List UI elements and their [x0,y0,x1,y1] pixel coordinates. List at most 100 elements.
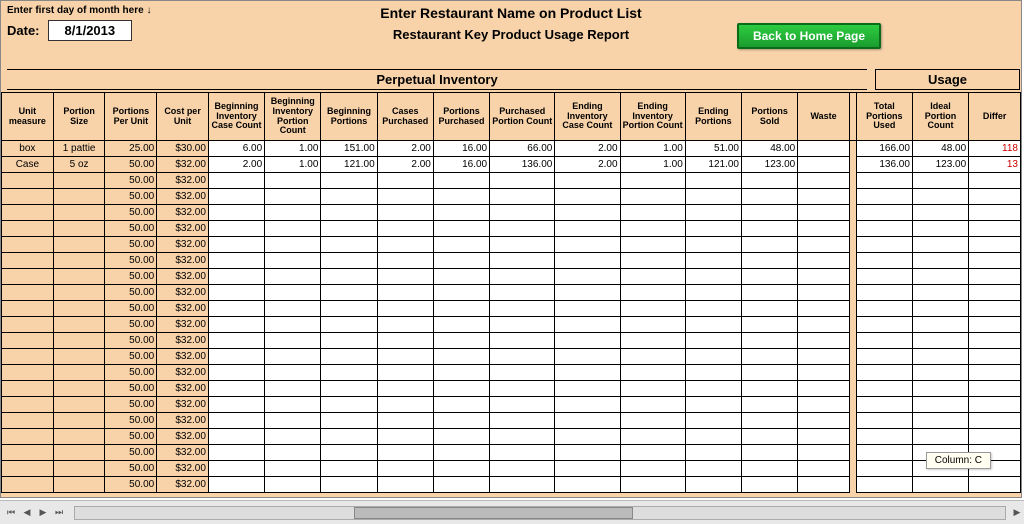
table-cell[interactable] [490,461,555,477]
table-cell[interactable]: $32.00 [157,381,209,397]
table-cell[interactable] [969,189,1021,205]
table-cell[interactable]: 50.00 [105,237,157,253]
table-cell[interactable] [555,301,620,317]
table-cell[interactable] [856,413,912,429]
scroll-right-icon[interactable]: ▶ [1010,506,1024,520]
table-cell[interactable] [685,397,741,413]
table-cell[interactable] [433,349,489,365]
table-cell[interactable] [490,189,555,205]
table-cell[interactable] [856,285,912,301]
table-cell[interactable] [856,173,912,189]
horizontal-scrollbar[interactable] [74,506,1006,520]
table-cell[interactable] [433,365,489,381]
table-cell[interactable] [969,349,1021,365]
table-cell[interactable] [377,237,433,253]
table-cell[interactable] [620,333,685,349]
inventory-table[interactable]: Unit measurePortion SizePortions Per Uni… [1,92,1021,493]
table-cell[interactable] [742,173,798,189]
table-cell[interactable] [555,253,620,269]
table-cell[interactable] [2,301,54,317]
table-cell[interactable]: 50.00 [105,253,157,269]
column-header[interactable]: Beginning Portions [321,93,377,141]
table-cell[interactable] [53,461,105,477]
table-cell[interactable] [685,237,741,253]
table-cell[interactable] [321,205,377,221]
table-cell[interactable] [433,413,489,429]
table-cell[interactable] [620,381,685,397]
table-cell[interactable] [321,333,377,349]
table-cell[interactable] [912,301,968,317]
table-cell[interactable] [685,365,741,381]
table-cell[interactable] [742,237,798,253]
table-cell[interactable] [685,445,741,461]
table-cell[interactable] [798,157,850,173]
table-cell[interactable] [433,445,489,461]
table-cell[interactable] [265,253,321,269]
table-cell[interactable] [490,221,555,237]
column-header[interactable]: Differ [969,93,1021,141]
table-cell[interactable] [969,317,1021,333]
table-cell[interactable] [742,205,798,221]
table-cell[interactable] [208,477,264,493]
table-cell[interactable] [555,429,620,445]
table-cell[interactable] [969,413,1021,429]
table-cell[interactable] [856,429,912,445]
table-cell[interactable] [265,205,321,221]
table-cell[interactable] [685,317,741,333]
table-cell[interactable] [798,205,850,221]
table-cell[interactable] [856,253,912,269]
table-cell[interactable]: 50.00 [105,189,157,205]
table-cell[interactable] [321,269,377,285]
table-cell[interactable] [377,221,433,237]
table-cell[interactable] [742,253,798,269]
table-cell[interactable]: 1.00 [265,157,321,173]
table-cell[interactable] [685,381,741,397]
table-cell[interactable] [2,205,54,221]
table-cell[interactable] [490,333,555,349]
table-cell[interactable] [798,253,850,269]
table-cell[interactable] [620,189,685,205]
last-sheet-icon[interactable]: ⏭ [52,506,66,520]
table-cell[interactable] [490,445,555,461]
table-cell[interactable]: 50.00 [105,333,157,349]
column-header[interactable]: Ending Portions [685,93,741,141]
table-cell[interactable] [490,237,555,253]
table-cell[interactable] [377,413,433,429]
table-cell[interactable] [377,381,433,397]
table-cell[interactable] [265,189,321,205]
table-cell[interactable] [377,301,433,317]
table-cell[interactable] [490,349,555,365]
table-cell[interactable]: 48.00 [912,141,968,157]
table-cell[interactable] [2,461,54,477]
table-cell[interactable] [208,381,264,397]
table-cell[interactable] [685,253,741,269]
table-cell[interactable] [208,189,264,205]
column-header[interactable]: Ending Inventory Case Count [555,93,620,141]
table-cell[interactable] [798,141,850,157]
table-cell[interactable] [2,445,54,461]
table-cell[interactable] [555,397,620,413]
table-cell[interactable]: box [2,141,54,157]
table-cell[interactable] [685,205,741,221]
table-cell[interactable] [321,477,377,493]
table-cell[interactable] [798,189,850,205]
table-cell[interactable]: 118 [969,141,1021,157]
table-cell[interactable] [969,429,1021,445]
table-cell[interactable] [620,269,685,285]
table-cell[interactable] [620,253,685,269]
table-cell[interactable] [377,445,433,461]
table-cell[interactable] [742,477,798,493]
table-cell[interactable]: 1.00 [620,157,685,173]
table-cell[interactable] [555,205,620,221]
table-cell[interactable] [555,365,620,381]
table-cell[interactable] [555,349,620,365]
table-cell[interactable] [321,381,377,397]
table-cell[interactable] [265,269,321,285]
table-cell[interactable]: 16.00 [433,157,489,173]
table-cell[interactable] [2,253,54,269]
table-cell[interactable]: 2.00 [377,141,433,157]
table-cell[interactable] [321,285,377,301]
table-cell[interactable] [490,317,555,333]
table-cell[interactable] [742,269,798,285]
table-cell[interactable] [321,189,377,205]
